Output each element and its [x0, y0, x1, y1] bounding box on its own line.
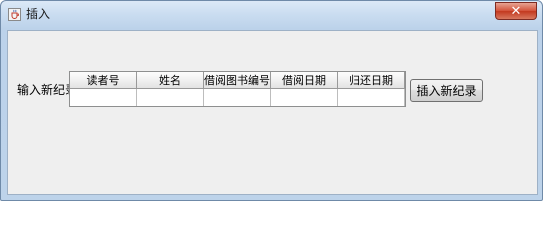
- content-panel: 输入新纪录 读者号 姓名 借阅图书编号 借阅日期 归还日期 插入新纪录: [7, 30, 538, 195]
- close-icon: ✕: [510, 3, 522, 19]
- insert-record-button[interactable]: 插入新纪录: [410, 79, 483, 102]
- cell-return-date[interactable]: [338, 89, 405, 106]
- close-button[interactable]: ✕: [495, 2, 537, 20]
- column-header-reader-id[interactable]: 读者号: [70, 72, 137, 89]
- column-header-borrow-date[interactable]: 借阅日期: [271, 72, 338, 89]
- column-header-book-id[interactable]: 借阅图书编号: [204, 72, 271, 89]
- cell-borrow-date[interactable]: [271, 89, 338, 106]
- cell-name[interactable]: [137, 89, 204, 106]
- column-header-return-date[interactable]: 归还日期: [338, 72, 405, 89]
- new-record-table[interactable]: 读者号 姓名 借阅图书编号 借阅日期 归还日期: [69, 71, 406, 107]
- insert-dialog-window: 插入 ✕ 输入新纪录 读者号 姓名 借阅图书编号 借阅日期 归还日期 插入新纪录: [0, 0, 543, 201]
- table-row[interactable]: [70, 89, 405, 106]
- new-record-label: 输入新纪录: [17, 83, 78, 97]
- window-title: 插入: [26, 7, 51, 21]
- cell-reader-id[interactable]: [70, 89, 137, 106]
- column-header-name[interactable]: 姓名: [137, 72, 204, 89]
- table-header: 读者号 姓名 借阅图书编号 借阅日期 归还日期: [70, 72, 405, 89]
- java-cup-icon: [8, 8, 21, 21]
- cell-book-id[interactable]: [204, 89, 271, 106]
- title-bar[interactable]: 插入 ✕: [1, 1, 542, 29]
